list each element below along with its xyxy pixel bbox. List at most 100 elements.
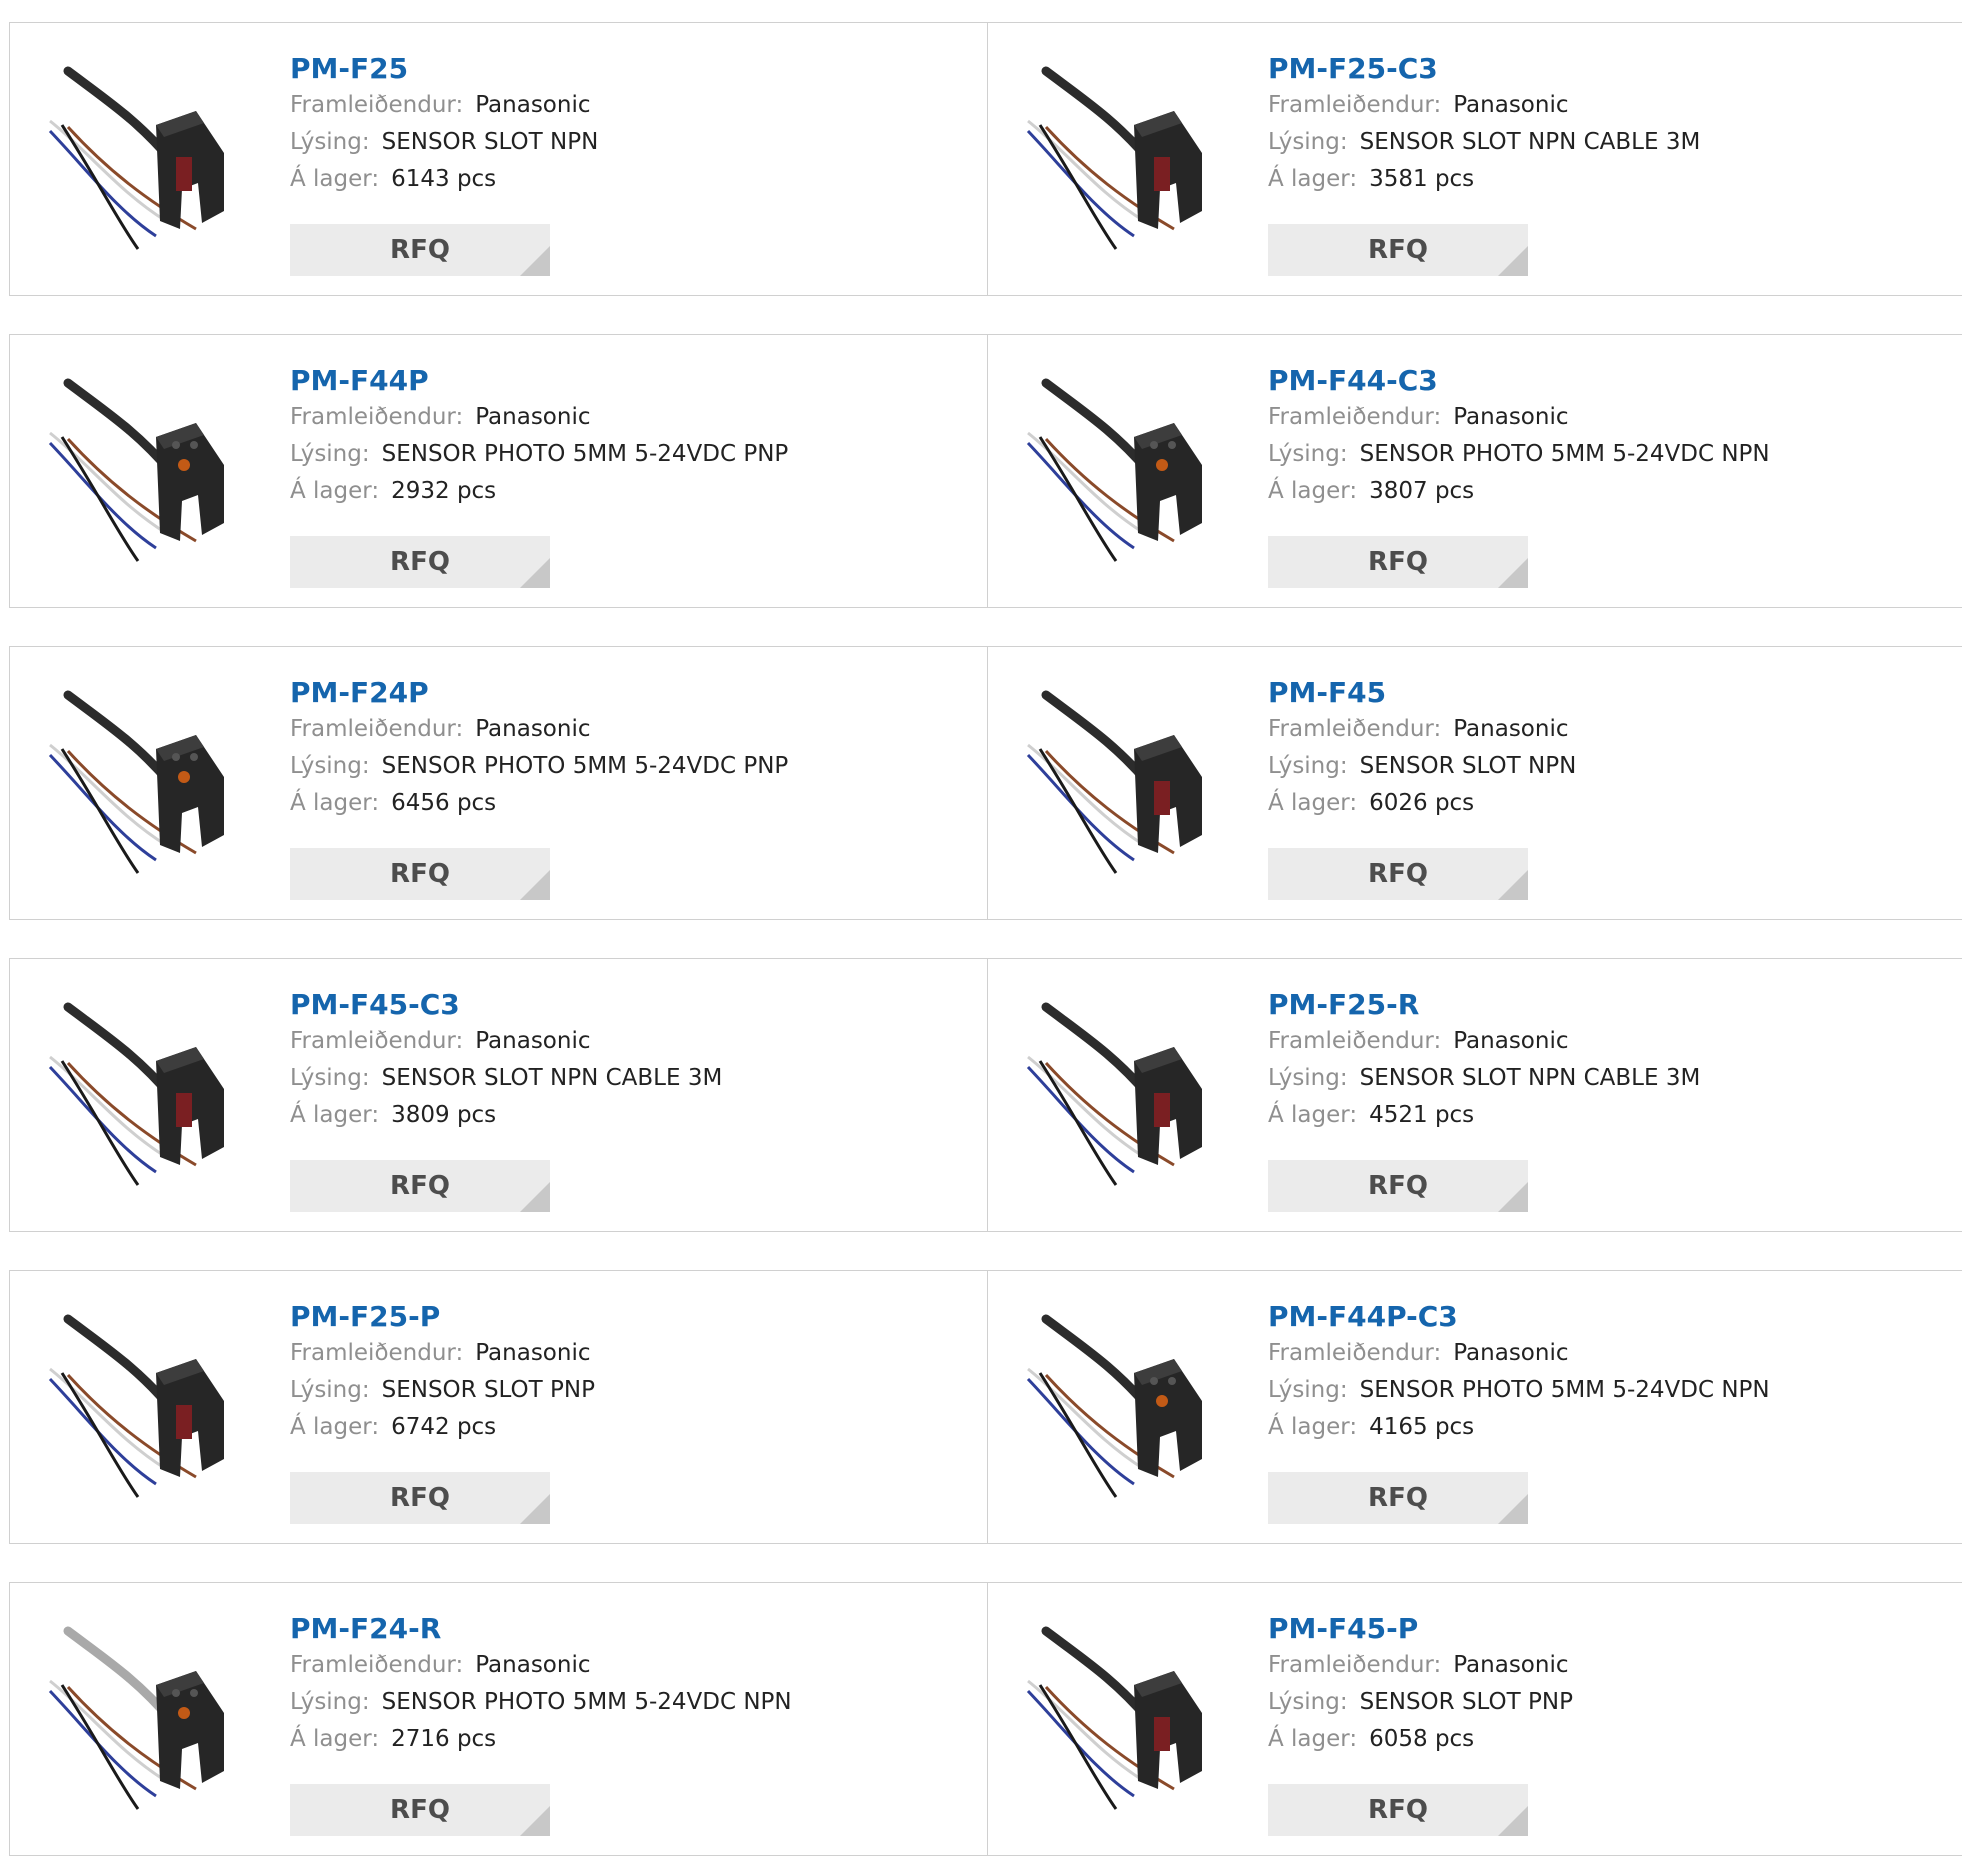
manufacturer-line: Framleiðendur: Panasonic	[290, 399, 788, 436]
description-label: Lýsing:	[290, 753, 370, 779]
product-name-link[interactable]: PM-F44-C3	[1268, 363, 1770, 399]
product-image[interactable]	[48, 997, 248, 1197]
rfq-button[interactable]: RFQ	[290, 1784, 550, 1836]
product-image[interactable]	[1026, 1309, 1226, 1509]
manufacturer-line: Framleiðendur: Panasonic	[1268, 1647, 1573, 1684]
product-row: PM-F25-P Framleiðendur: Panasonic Lýsing:…	[9, 1270, 1962, 1544]
manufacturer-line: Framleiðendur: Panasonic	[1268, 87, 1700, 124]
manufacturer-value: Panasonic	[475, 1652, 591, 1678]
stock-value: 3809 pcs	[391, 1102, 497, 1128]
description-value: SENSOR SLOT PNP	[381, 1377, 595, 1403]
product-name-link[interactable]: PM-F24-R	[290, 1611, 792, 1647]
description-label: Lýsing:	[1268, 1377, 1348, 1403]
rfq-button[interactable]: RFQ	[290, 224, 550, 276]
product-name-link[interactable]: PM-F25-C3	[1268, 51, 1700, 87]
manufacturer-label: Framleiðendur:	[290, 1028, 464, 1054]
description-line: Lýsing: SENSOR SLOT PNP	[290, 1372, 595, 1409]
rfq-button[interactable]: RFQ	[1268, 848, 1528, 900]
stock-value: 3581 pcs	[1369, 166, 1475, 192]
product-name-link[interactable]: PM-F45-P	[1268, 1611, 1573, 1647]
rfq-button[interactable]: RFQ	[1268, 224, 1528, 276]
product-info: PM-F44P Framleiðendur: Panasonic Lýsing: S…	[290, 363, 788, 510]
product-card: PM-F24P Framleiðendur: Panasonic Lýsing: S…	[10, 647, 988, 919]
rfq-button[interactable]: RFQ	[1268, 1160, 1528, 1212]
product-image[interactable]	[1026, 997, 1226, 1197]
rfq-button[interactable]: RFQ	[290, 1160, 550, 1212]
product-image[interactable]	[48, 1621, 248, 1821]
rfq-label: RFQ	[390, 1795, 450, 1825]
manufacturer-value: Panasonic	[475, 716, 591, 742]
stock-value: 6742 pcs	[391, 1414, 497, 1440]
slot-sensor-black-icon	[48, 373, 248, 573]
product-row: PM-F24P Framleiðendur: Panasonic Lýsing: S…	[9, 646, 1962, 920]
product-name-link[interactable]: PM-F25-R	[1268, 987, 1700, 1023]
description-label: Lýsing:	[290, 1689, 370, 1715]
stock-value: 2932 pcs	[391, 478, 497, 504]
product-info: PM-F25 Framleiðendur: Panasonic Lýsing: SE…	[290, 51, 598, 198]
manufacturer-label: Framleiðendur:	[1268, 92, 1442, 118]
corner-triangle-icon	[520, 1806, 550, 1836]
description-value: SENSOR PHOTO 5MM 5-24VDC PNP	[381, 441, 789, 467]
manufacturer-label: Framleiðendur:	[1268, 716, 1442, 742]
rfq-button[interactable]: RFQ	[1268, 1472, 1528, 1524]
rfq-button[interactable]: RFQ	[1268, 1784, 1528, 1836]
stock-value: 3807 pcs	[1369, 478, 1475, 504]
product-image[interactable]	[48, 1309, 248, 1509]
slot-sensor-grey-cable-icon	[48, 1621, 248, 1821]
manufacturer-line: Framleiðendur: Panasonic	[290, 711, 788, 748]
product-image[interactable]	[48, 61, 248, 261]
product-card: PM-F25-R Framleiðendur: Panasonic Lýsing:…	[988, 959, 1962, 1231]
description-value: SENSOR PHOTO 5MM 5-24VDC NPN	[381, 1689, 792, 1715]
manufacturer-line: Framleiðendur: Panasonic	[1268, 711, 1576, 748]
product-row: PM-F44P Framleiðendur: Panasonic Lýsing: S…	[9, 334, 1962, 608]
description-line: Lýsing: SENSOR PHOTO 5MM 5-24VDC NPN	[1268, 1372, 1770, 1409]
rfq-button[interactable]: RFQ	[290, 1472, 550, 1524]
product-image[interactable]	[48, 373, 248, 573]
product-name-link[interactable]: PM-F25-P	[290, 1299, 595, 1335]
stock-value: 2716 pcs	[391, 1726, 497, 1752]
product-name-link[interactable]: PM-F24P	[290, 675, 788, 711]
product-image[interactable]	[1026, 373, 1226, 573]
product-name-link[interactable]: PM-F44P-C3	[1268, 1299, 1770, 1335]
manufacturer-label: Framleiðendur:	[290, 92, 464, 118]
manufacturer-label: Framleiðendur:	[1268, 1652, 1442, 1678]
rfq-button[interactable]: RFQ	[290, 536, 550, 588]
product-info: PM-F45-C3 Framleiðendur: Panasonic Lýsing…	[290, 987, 722, 1134]
manufacturer-value: Panasonic	[1453, 1652, 1569, 1678]
stock-label: Á lager:	[290, 1414, 380, 1440]
product-card: PM-F45-P Framleiðendur: Panasonic Lýsing:…	[988, 1583, 1962, 1855]
rfq-label: RFQ	[390, 547, 450, 577]
rfq-button[interactable]: RFQ	[290, 848, 550, 900]
product-image[interactable]	[1026, 1621, 1226, 1821]
manufacturer-value: Panasonic	[1453, 1028, 1569, 1054]
stock-label: Á lager:	[1268, 1414, 1358, 1440]
stock-label: Á lager:	[1268, 478, 1358, 504]
product-row: PM-F24-R Framleiðendur: Panasonic Lýsing:…	[9, 1582, 1962, 1856]
rfq-button[interactable]: RFQ	[1268, 536, 1528, 588]
stock-line: Á lager: 2716 pcs	[290, 1721, 792, 1758]
product-name-link[interactable]: PM-F25	[290, 51, 598, 87]
product-image[interactable]	[48, 685, 248, 885]
corner-triangle-icon	[1498, 1806, 1528, 1836]
description-line: Lýsing: SENSOR PHOTO 5MM 5-24VDC NPN	[290, 1684, 792, 1721]
stock-line: Á lager: 6456 pcs	[290, 785, 788, 822]
description-line: Lýsing: SENSOR PHOTO 5MM 5-24VDC PNP	[290, 748, 788, 785]
product-card: PM-F25-C3 Framleiðendur: Panasonic Lýsing…	[988, 23, 1962, 295]
product-row: PM-F25 Framleiðendur: Panasonic Lýsing: SE…	[9, 22, 1962, 296]
stock-value: 6026 pcs	[1369, 790, 1475, 816]
product-row: PM-F45-C3 Framleiðendur: Panasonic Lýsing…	[9, 958, 1962, 1232]
stock-label: Á lager:	[1268, 166, 1358, 192]
description-label: Lýsing:	[1268, 753, 1348, 779]
product-name-link[interactable]: PM-F44P	[290, 363, 788, 399]
manufacturer-label: Framleiðendur:	[1268, 404, 1442, 430]
product-name-link[interactable]: PM-F45	[1268, 675, 1576, 711]
stock-label: Á lager:	[1268, 1726, 1358, 1752]
manufacturer-line: Framleiðendur: Panasonic	[1268, 1335, 1770, 1372]
slot-sensor-black-icon	[1026, 373, 1226, 573]
rfq-label: RFQ	[390, 235, 450, 265]
product-card: PM-F45-C3 Framleiðendur: Panasonic Lýsing…	[10, 959, 988, 1231]
product-image[interactable]	[1026, 685, 1226, 885]
product-name-link[interactable]: PM-F45-C3	[290, 987, 722, 1023]
product-card: PM-F44-C3 Framleiðendur: Panasonic Lýsing…	[988, 335, 1962, 607]
product-image[interactable]	[1026, 61, 1226, 261]
